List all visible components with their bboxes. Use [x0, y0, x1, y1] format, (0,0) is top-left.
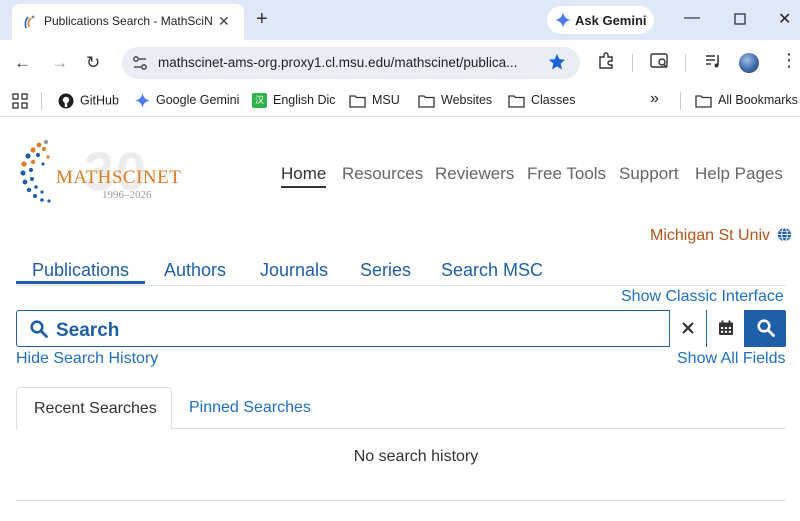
- minimize-icon[interactable]: —: [684, 9, 700, 27]
- bookmark-star-icon[interactable]: [548, 53, 566, 71]
- github-icon: [58, 93, 74, 109]
- bookmark-github[interactable]: GitHub: [58, 93, 119, 109]
- history-divider: [16, 500, 786, 501]
- toolbar-divider: [632, 54, 633, 72]
- show-classic-interface-link[interactable]: Show Classic Interface: [621, 288, 784, 306]
- folder-icon: [349, 95, 366, 108]
- nav-free-tools[interactable]: Free Tools: [527, 164, 606, 184]
- bookmark-google-gemini[interactable]: Google Gemini: [135, 93, 240, 109]
- search-icon: [30, 320, 48, 338]
- institution-name: Michigan St Univ: [650, 227, 771, 244]
- browser-tab[interactable]: Publications Search - MathSciN ✕: [12, 4, 244, 40]
- folder-icon: [695, 95, 712, 108]
- bookmark-msu[interactable]: MSU: [349, 93, 400, 108]
- all-bookmarks[interactable]: All Bookmarks: [695, 93, 798, 108]
- calendar-icon: [719, 320, 733, 335]
- gemini-sparkle-icon: [555, 12, 571, 28]
- bookmarks-bar: GitHub Google Gemini 汉 English Dic MSU We…: [0, 85, 800, 117]
- date-filter-button[interactable]: [706, 309, 744, 347]
- dictionary-icon: 汉: [252, 93, 267, 109]
- menu-dots-icon[interactable]: ⋮: [780, 50, 798, 71]
- logo-wordmark: MATHSCINET: [56, 167, 182, 188]
- bookmark-classes[interactable]: Classes: [508, 93, 575, 108]
- search-input[interactable]: Search: [16, 309, 786, 347]
- browser-toolbar: ← → ↻ mathscinet-ams-org.proxy1.cl.msu.e…: [0, 40, 800, 85]
- institution-link[interactable]: Michigan St Univ: [650, 227, 792, 245]
- maximize-icon[interactable]: [734, 13, 746, 25]
- bookmarks-overflow-icon[interactable]: »: [650, 90, 659, 108]
- bookmarks-divider: [41, 92, 42, 110]
- ask-gemini-button[interactable]: Ask Gemini: [547, 6, 654, 34]
- close-icon: [682, 321, 694, 334]
- toolbar-divider: [685, 54, 686, 72]
- hide-search-history-link[interactable]: Hide Search History: [16, 350, 158, 368]
- search-placeholder: Search: [56, 320, 120, 341]
- tab-search-icon[interactable]: [650, 52, 670, 70]
- address-bar[interactable]: mathscinet-ams-org.proxy1.cl.msu.edu/mat…: [122, 47, 580, 79]
- folder-icon: [508, 95, 525, 108]
- window-close-icon[interactable]: ✕: [778, 9, 791, 29]
- bookmark-label: Google Gemini: [156, 93, 240, 107]
- nav-reviewers[interactable]: Reviewers: [435, 164, 514, 184]
- tab-series[interactable]: Series: [360, 260, 411, 281]
- new-tab-button[interactable]: +: [256, 8, 268, 31]
- bookmarks-divider: [680, 92, 681, 110]
- bookmark-label: Websites: [441, 93, 493, 107]
- logo-years: 1996–2026: [102, 189, 152, 201]
- nav-support[interactable]: Support: [619, 164, 679, 184]
- media-control-icon[interactable]: [704, 52, 722, 70]
- search-tabs-underline: [16, 285, 786, 286]
- mathscinet-logo[interactable]: 30 MATHSCINET 1996–2026: [18, 137, 188, 209]
- bookmark-websites[interactable]: Websites: [418, 93, 492, 108]
- tab-recent-label: Recent Searches: [34, 400, 157, 417]
- search-icon: [757, 318, 775, 337]
- bookmark-label: GitHub: [80, 93, 119, 108]
- tab-pinned-searches[interactable]: Pinned Searches: [189, 399, 311, 417]
- mathscinet-favicon-icon: [24, 15, 35, 29]
- nav-help-pages[interactable]: Help Pages: [695, 164, 783, 184]
- bookmark-label: All Bookmarks: [718, 93, 798, 107]
- url-text: mathscinet-ams-org.proxy1.cl.msu.edu/mat…: [158, 55, 518, 70]
- empty-history-message: No search history: [353, 448, 479, 465]
- apps-grid-icon[interactable]: [12, 93, 28, 109]
- show-all-fields-link[interactable]: Show All Fields: [677, 350, 786, 368]
- tab-authors[interactable]: Authors: [164, 260, 226, 281]
- back-icon[interactable]: ←: [14, 53, 31, 73]
- globe-icon: [777, 227, 791, 242]
- tab-close-icon[interactable]: ✕: [218, 13, 230, 30]
- reload-icon[interactable]: ↻: [86, 53, 100, 73]
- history-tabs: Recent Searches Pinned Searches: [16, 387, 786, 430]
- tab-publications[interactable]: Publications: [16, 260, 146, 284]
- nav-home[interactable]: Home: [281, 164, 327, 188]
- forward-icon[interactable]: →: [51, 53, 68, 73]
- bookmark-label: English Dic: [273, 93, 336, 107]
- tab-recent-searches[interactable]: Recent Searches: [16, 387, 172, 430]
- nav-resources[interactable]: Resources: [342, 164, 423, 184]
- gemini-sparkle-icon: [135, 93, 150, 109]
- bookmark-label: Classes: [531, 93, 576, 107]
- ask-gemini-label: Ask Gemini: [575, 13, 647, 28]
- extensions-icon[interactable]: [597, 52, 615, 70]
- browser-tab-strip: Publications Search - MathSciN ✕ + Ask G…: [0, 0, 800, 40]
- profile-avatar[interactable]: [739, 53, 759, 73]
- bookmark-label: MSU: [372, 93, 400, 107]
- bookmark-english-dic[interactable]: 汉 English Dic: [252, 93, 336, 109]
- tab-title: Publications Search - MathSciN: [44, 14, 212, 28]
- site-settings-icon[interactable]: [132, 55, 148, 71]
- clear-search-button[interactable]: [669, 309, 706, 347]
- folder-icon: [418, 95, 435, 108]
- search-submit-button[interactable]: [744, 309, 786, 347]
- tab-search-msc[interactable]: Search MSC: [441, 260, 543, 281]
- tab-journals[interactable]: Journals: [260, 260, 328, 281]
